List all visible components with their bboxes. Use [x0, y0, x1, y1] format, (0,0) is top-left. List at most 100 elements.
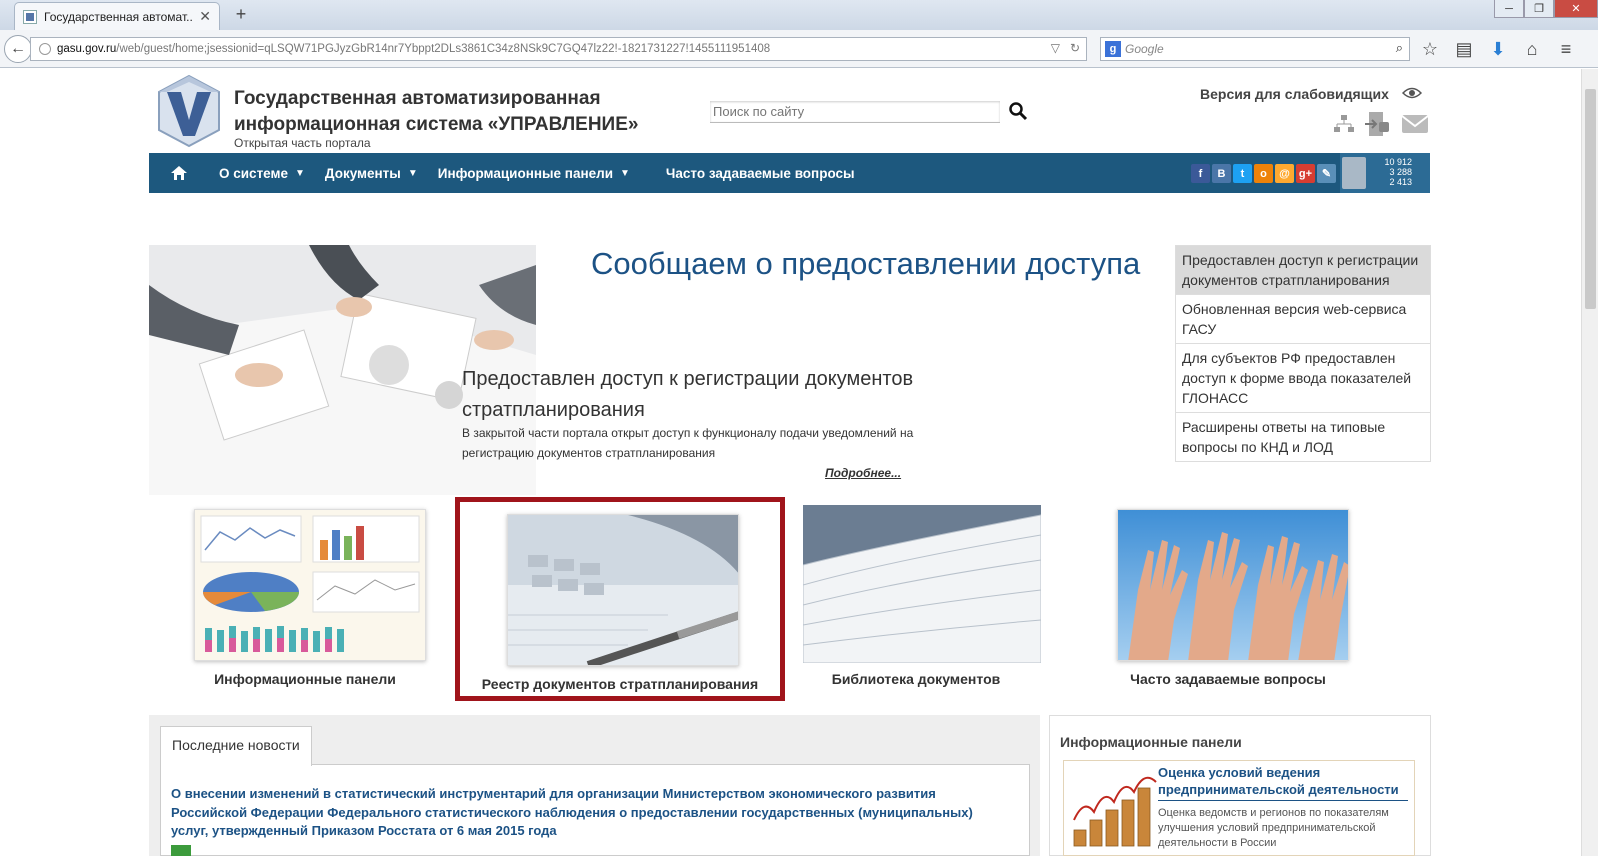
slide-description: В закрытой части портала открыт доступ к… — [462, 426, 914, 460]
odnoklassniki-icon[interactable]: o — [1254, 164, 1273, 183]
card-label: Библиотека документов — [831, 671, 1001, 687]
browser-titlebar: Государственная автомат... ✕ + ─ ❐ ✕ — [0, 0, 1598, 30]
reading-list-icon[interactable]: ▤ — [1454, 39, 1474, 60]
browser-search-bar[interactable]: g Google ⌕ — [1100, 37, 1410, 61]
arrow-left-icon: ← — [10, 40, 26, 57]
chevron-down-icon: ▼ — [407, 167, 418, 179]
url-host: gasu.gov.ru — [57, 43, 117, 55]
info-panel-description: Оценка ведомств и регионов по показателя… — [1158, 807, 1389, 849]
facebook-icon[interactable]: f — [1191, 164, 1210, 183]
nav-about-label: О системе — [219, 165, 289, 181]
slide-title: Предоставлен доступ к регистрации докуме… — [462, 368, 914, 421]
accessibility-link[interactable]: Версия для слабовидящих — [1200, 86, 1389, 102]
visitor-counter[interactable]: 10 912 3 288 2 413 — [1340, 153, 1430, 193]
slide-more-link[interactable]: Подробнее... — [825, 466, 901, 480]
news-headline-link[interactable]: О внесении изменений в статистический ин… — [171, 785, 1011, 841]
banner-news-item[interactable]: Обновленная версия web-сервиса ГАСУ — [1176, 295, 1430, 344]
charts-illustration — [200, 515, 420, 652]
mail-icon[interactable] — [1401, 114, 1429, 134]
scrollbar-thumb[interactable] — [1585, 89, 1596, 309]
nav-info-panels[interactable]: Информационные панели ▼ — [428, 153, 640, 193]
close-window-button[interactable]: ✕ — [1554, 0, 1598, 18]
card-info-panels[interactable]: Информационные панели — [154, 505, 456, 697]
main-navigation: О системе ▼ Документы ▼ Информационные п… — [149, 153, 1430, 193]
browser-navbar: ← gasu.gov.ru/web/guest/home;jsessionid=… — [0, 30, 1598, 68]
twitter-icon[interactable]: t — [1233, 164, 1252, 183]
social-share-icons: f B t o @ g+ ✎ — [1191, 164, 1336, 183]
nav-faq-label: Часто задаваемые вопросы — [665, 165, 855, 181]
home-icon — [171, 166, 187, 180]
browser-toolbar-icons: ☆ ▤ ⬇ ⌂ ≡ — [1420, 39, 1576, 60]
sitemap-icon[interactable] — [1333, 114, 1355, 134]
counter-visits: 3 288 — [1389, 167, 1412, 177]
info-panel-title[interactable]: Оценка условий ведения предпринимательск… — [1158, 764, 1408, 801]
back-button[interactable]: ← — [4, 35, 32, 63]
calculator-illustration — [508, 515, 738, 665]
book-thumbnail — [803, 505, 1041, 663]
chevron-down-icon: ▼ — [295, 167, 305, 179]
tab-latest-news[interactable]: Последние новости — [160, 726, 312, 766]
site-favicon-icon — [23, 9, 37, 24]
vk-icon[interactable]: B — [1212, 164, 1231, 183]
google-plus-icon[interactable]: g+ — [1296, 164, 1315, 183]
header-icons — [1333, 110, 1429, 138]
banner-news-item[interactable]: Для субъектов РФ предоставлен доступ к ф… — [1176, 344, 1430, 413]
url-controls: ▽ ↻ — [1051, 41, 1080, 55]
banner-news-list: Предоставлен доступ к регистрации докуме… — [1175, 245, 1431, 462]
browser-search-placeholder: Google — [1125, 42, 1164, 56]
book-pages-illustration — [803, 505, 1041, 663]
card-label: Информационные панели — [214, 671, 396, 687]
gasu-logo-icon[interactable] — [157, 74, 221, 148]
mailru-icon[interactable]: @ — [1275, 164, 1294, 183]
tab-close-icon[interactable]: ✕ — [199, 8, 211, 25]
bar-chart-icon — [1342, 157, 1366, 189]
google-icon[interactable]: g — [1105, 41, 1121, 57]
chevron-down-icon: ▼ — [620, 167, 630, 179]
minimize-button[interactable]: ─ — [1494, 0, 1524, 18]
bookmark-star-icon[interactable]: ☆ — [1420, 39, 1440, 60]
search-icon[interactable]: ⌕ — [1396, 40, 1403, 56]
download-icon[interactable]: ⬇ — [1488, 39, 1508, 60]
calculator-thumbnail — [507, 514, 739, 666]
address-bar[interactable]: gasu.gov.ru/web/guest/home;jsessionid=qL… — [30, 37, 1087, 61]
login-icon[interactable] — [1363, 110, 1393, 138]
tab-title: Государственная автомат... — [44, 9, 194, 24]
eye-icon[interactable] — [1402, 85, 1422, 101]
banner-news-item[interactable]: Расширены ответы на типовые вопросы по К… — [1176, 413, 1430, 461]
nav-documents-label: Документы — [324, 165, 401, 181]
nav-documents[interactable]: Документы ▼ — [315, 153, 428, 193]
home-icon[interactable]: ⌂ — [1522, 39, 1542, 60]
search-icon[interactable] — [1008, 101, 1028, 121]
card-label: Реестр документов стратпланирования — [481, 676, 759, 692]
visitor-counts: 10 912 3 288 2 413 — [1384, 157, 1412, 187]
window-controls: ─ ❐ ✕ — [1494, 0, 1598, 18]
maximize-button[interactable]: ❐ — [1524, 0, 1554, 18]
nav-faq[interactable]: Часто задаваемые вопросы — [656, 153, 865, 193]
browser-tab[interactable]: Государственная автомат... ✕ — [14, 2, 220, 30]
page-scrollbar[interactable] — [1581, 69, 1598, 856]
calendar-icon — [171, 845, 191, 856]
card-faq[interactable]: Часто задаваемые вопросы — [1077, 505, 1379, 697]
site-subtitle: Открытая часть портала — [234, 136, 371, 150]
counter-views: 10 912 — [1384, 157, 1412, 167]
nav-about[interactable]: О системе ▼ — [209, 153, 315, 193]
globe-icon — [39, 43, 51, 55]
card-strategic-planning-registry[interactable]: Реестр документов стратпланирования — [455, 497, 785, 701]
livejournal-icon[interactable]: ✎ — [1317, 164, 1336, 183]
banner-headline: Сообщаем о предоставлении доступа — [591, 246, 1141, 281]
new-tab-button[interactable]: + — [230, 4, 252, 25]
info-panels-heading: Информационные панели — [1060, 734, 1242, 750]
coins-growth-icon — [1073, 776, 1157, 847]
site-title[interactable]: Государственная автоматизированная инфор… — [234, 86, 654, 138]
nav-info-panels-label: Информационные панели — [437, 165, 613, 181]
banner-news-item[interactable]: Предоставлен доступ к регистрации докуме… — [1176, 246, 1430, 295]
nav-home-button[interactable] — [149, 153, 209, 193]
counter-visitors: 2 413 — [1389, 177, 1412, 187]
menu-icon[interactable]: ≡ — [1556, 39, 1576, 60]
reload-icon[interactable]: ↻ — [1070, 41, 1080, 55]
dropdown-icon[interactable]: ▽ — [1051, 41, 1060, 55]
raised-hands-illustration — [1118, 510, 1348, 660]
hands-thumbnail — [1117, 509, 1349, 661]
site-search-input[interactable] — [710, 101, 1000, 123]
card-document-library[interactable]: Библиотека документов — [765, 505, 1067, 697]
